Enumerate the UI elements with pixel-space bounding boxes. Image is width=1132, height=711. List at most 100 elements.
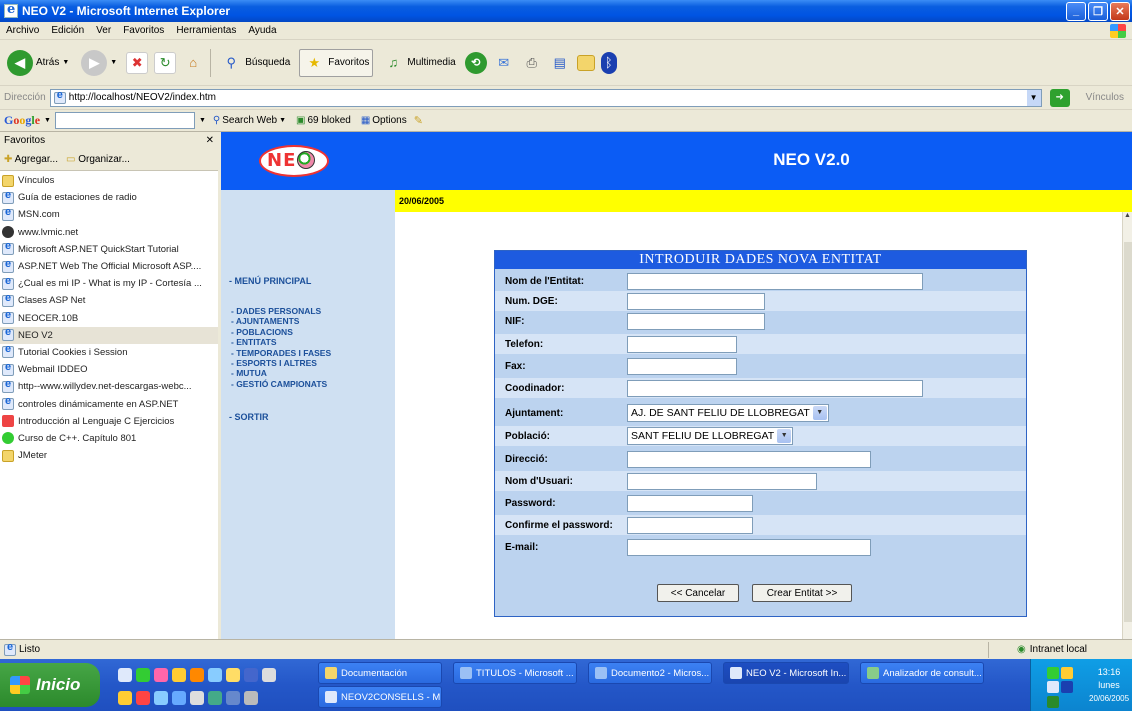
favorite-item[interactable]: Introducción al Lenguaje C Ejercicios [0,413,218,430]
entity-name-input[interactable] [627,272,923,290]
nav-link-campionats[interactable]: - GESTIÓ CAMPIONATS [231,379,331,389]
favorite-item[interactable]: Webmail IDDEO [0,361,218,378]
favorite-item[interactable]: Vínculos [0,172,218,189]
nav-link-poblacions[interactable]: - POBLACIONS [231,327,331,337]
phone-input[interactable] [627,335,737,353]
nav-link-entitats[interactable]: - ENTITATS [231,337,331,347]
quicklaunch-icon[interactable] [172,691,186,705]
task-documentacion[interactable]: Documentación [318,662,442,684]
email-input[interactable] [627,538,871,556]
favorite-item[interactable]: ¿Cual es mi IP - What is my IP - Cortesí… [0,275,218,292]
nav-link-ajuntaments[interactable]: - AJUNTAMENTS [231,316,331,326]
favorite-item[interactable]: Guía de estaciones de radio [0,189,218,206]
favorite-item[interactable]: Tutorial Cookies i Session [0,344,218,361]
multimedia-button[interactable]: ♫ Multimedia [379,50,458,76]
menu-ayuda[interactable]: Ayuda [242,25,282,36]
clock[interactable]: 13:16 lunes 20/06/2005 [1089,666,1129,705]
print-icon[interactable]: ⎙ [521,52,543,74]
vertical-scrollbar[interactable]: ▲ [1122,212,1132,639]
menu-herramientas[interactable]: Herramientas [170,25,242,36]
edit-icon[interactable]: ▤ [549,52,571,74]
poblacio-select[interactable]: SANT FELIU DE LLOBREGAT ▼ [627,427,794,445]
task-analizador[interactable]: Analizador de consult... [860,662,984,684]
scroll-thumb[interactable] [1124,242,1132,622]
task-neo-v2-active[interactable]: NEO V2 - Microsoft In... [723,662,849,684]
speaker-icon[interactable] [1061,667,1073,679]
quicklaunch-icon[interactable] [226,691,240,705]
quicklaunch-icon[interactable] [154,691,168,705]
password-input[interactable] [627,494,753,512]
network-icon[interactable] [1047,667,1059,679]
show-more-icon[interactable] [262,668,276,682]
favorite-item-selected[interactable]: NEO V2 [0,326,218,344]
folder-icon[interactable] [576,54,595,71]
tray-icon[interactable] [1047,696,1059,708]
favorite-item[interactable]: controles dinámicamente en ASP.NET [0,395,218,412]
quicklaunch-icon[interactable] [190,668,204,682]
google-search-input[interactable] [54,112,195,129]
organize-favorites-button[interactable]: ▭ Organizar... [66,154,130,165]
maximize-button[interactable]: ❐ [1088,1,1108,21]
refresh-icon[interactable]: ↻ [154,51,177,74]
menu-ver[interactable]: Ver [90,25,117,36]
fax-input[interactable] [627,357,737,375]
address-input[interactable]: http://localhost/NEOV2/index.htm ▼ [49,88,1042,107]
bluetooth-icon[interactable] [1061,681,1073,693]
chevron-down-icon[interactable]: ▼ [44,117,51,124]
nav-link-esports[interactable]: - ESPORTS I ALTRES [231,358,331,368]
mail-icon[interactable]: ✉ [493,52,515,74]
history-icon[interactable]: ⟲ [464,51,487,74]
favorite-item[interactable]: MSN.com [0,206,218,223]
favorite-item[interactable]: JMeter [0,447,218,464]
ajuntament-select[interactable]: AJ. DE SANT FELIU DE LLOBREGAT ▼ [627,404,829,422]
favorite-item[interactable]: Clases ASP Net [0,292,218,309]
start-button[interactable]: Inicio [0,663,100,707]
dge-number-input[interactable] [627,292,765,310]
close-icon[interactable]: ✕ [206,135,214,146]
favorite-item[interactable]: www.lvmic.net [0,224,218,241]
favorite-item[interactable]: NEOCER.10B [0,310,218,327]
nav-main-menu[interactable]: - MENÚ PRINCIPAL [229,276,311,286]
quicklaunch-icon[interactable] [244,691,258,705]
create-entity-button[interactable]: Crear Entitat >> [752,584,852,602]
menu-edicion[interactable]: Edición [45,25,90,36]
task-neov2consells[interactable]: NEOV2CONSELLS - M... [318,686,442,708]
nif-input[interactable] [627,312,765,330]
ie-quicklaunch-icon[interactable] [118,668,132,682]
nav-exit[interactable]: - SORTIR [229,412,269,422]
task-titulos[interactable]: TITULOS - Microsoft ... [453,662,577,684]
stop-icon[interactable]: ✖ [126,51,149,74]
quicklaunch-icon[interactable] [172,668,186,682]
add-favorite-button[interactable]: ✚ Agregar... [4,154,58,165]
quicklaunch-icon[interactable] [190,691,204,705]
address-input-field[interactable] [627,450,871,468]
nav-link-temporades[interactable]: - TEMPORADES I FASES [231,348,331,358]
quicklaunch-icon[interactable] [136,691,150,705]
nav-link-dades-personals[interactable]: - DADES PERSONALS [231,306,331,316]
scroll-up-icon[interactable]: ▲ [1123,212,1132,222]
links-label[interactable]: Vínculos [1086,92,1124,103]
quicklaunch-icon[interactable] [118,691,132,705]
quicklaunch-icon[interactable] [208,668,222,682]
search-button[interactable]: ⚲ Búsqueda [217,50,293,76]
chevron-down-icon[interactable]: ▼ [199,117,206,124]
close-button[interactable]: ✕ [1110,1,1130,21]
menu-archivo[interactable]: Archivo [0,25,45,36]
coordinator-input[interactable] [627,379,923,397]
back-button[interactable]: ◀ Atrás ▼ [4,48,72,78]
favorite-item[interactable]: http--www.willydev.net-descargas-webc... [0,378,218,395]
cancel-button[interactable]: << Cancelar [657,584,739,602]
popup-blocked-button[interactable]: ▣ 69 bloked [293,115,354,126]
options-button[interactable]: ▦ Options [358,115,410,126]
forward-button[interactable]: ▶ ▼ [78,48,120,78]
favorite-item[interactable]: Curso de C++. Capítulo 801 [0,430,218,447]
username-input[interactable] [627,472,817,490]
quicklaunch-icon[interactable] [244,668,258,682]
minimize-button[interactable]: _ [1066,1,1086,21]
favorites-button[interactable]: ★ Favoritos [299,48,374,77]
tray-icon[interactable] [1047,681,1059,693]
favorite-item[interactable]: ASP.NET Web The Official Microsoft ASP..… [0,258,218,275]
task-documento2[interactable]: Documento2 - Micros... [588,662,712,684]
menu-favoritos[interactable]: Favoritos [117,25,170,36]
go-button[interactable]: ➜ [1049,88,1070,107]
